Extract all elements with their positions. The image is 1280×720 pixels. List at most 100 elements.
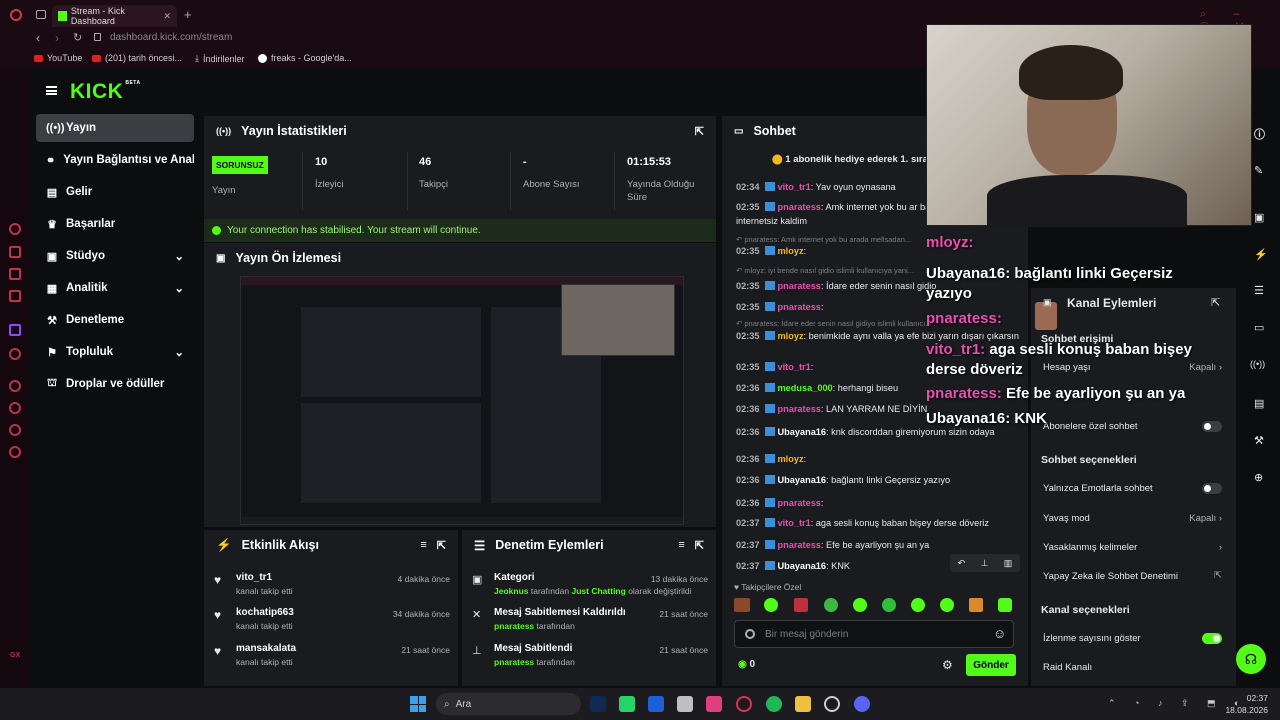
- filter-icon[interactable]: ≡: [420, 539, 426, 551]
- sidebar-item-analytics[interactable]: ▦ Analitik ⌄: [36, 274, 194, 302]
- emote-icon[interactable]: [824, 598, 838, 612]
- popout-icon[interactable]: ⇱: [695, 539, 704, 552]
- reply-icon[interactable]: ↶: [958, 558, 966, 569]
- url-text[interactable]: dashboard.kick.com/stream: [110, 32, 232, 43]
- broadcast-icon[interactable]: ((•)): [1250, 359, 1265, 369]
- chat-message[interactable]: 02:36 Ubayana16: bağlantı linki Geçersiz …: [736, 473, 1026, 487]
- emote-only-toggle[interactable]: [1202, 483, 1222, 494]
- sidebar-item-drops[interactable]: ⛫ Droplar ve ödüller: [36, 370, 194, 398]
- sidebar-item-studio[interactable]: ▣ Stüdyo ⌄: [36, 242, 194, 270]
- chat-username[interactable]: mloyz: [778, 454, 804, 464]
- chat-username[interactable]: Ubayana16: [778, 561, 827, 571]
- sub-only-toggle[interactable]: [1202, 421, 1222, 432]
- stream-preview-video[interactable]: [240, 276, 684, 525]
- chat-username[interactable]: pnaratess: [778, 404, 821, 414]
- popout-icon[interactable]: ⇱: [437, 539, 446, 552]
- chat-username[interactable]: vito_tr1: [778, 362, 811, 372]
- chat-username[interactable]: mloyz: [778, 246, 804, 256]
- percent-icon[interactable]: [9, 348, 21, 360]
- bookmark-google[interactable]: freaks - Google'da...: [258, 53, 352, 63]
- viewer-count-toggle[interactable]: [1202, 633, 1222, 644]
- chat-username[interactable]: pnaratess: [778, 281, 821, 291]
- slow-mode-value[interactable]: Kapalı ›: [1189, 513, 1222, 524]
- chat-message[interactable]: 02:35 mloyz:: [736, 244, 1026, 258]
- emote-icon[interactable]: [969, 598, 983, 612]
- taskbar-search[interactable]: ⌕ Ara: [436, 693, 581, 715]
- bookmark-youtube[interactable]: YouTube: [34, 53, 82, 63]
- chat-message[interactable]: 02:36 pnaratess:: [736, 496, 1026, 510]
- app-icon[interactable]: [648, 696, 664, 712]
- tab-close-icon[interactable]: ✕: [163, 11, 171, 22]
- stream-info-icon[interactable]: ▣: [1254, 211, 1264, 224]
- photoshop-icon[interactable]: [590, 696, 606, 712]
- forward-icon[interactable]: ›: [55, 31, 59, 45]
- chat-username[interactable]: Ubayana16: [778, 427, 827, 437]
- chat-username[interactable]: mloyz: [778, 331, 804, 341]
- reload-icon[interactable]: ↻: [73, 31, 82, 44]
- hamburger-menu-icon[interactable]: [46, 86, 57, 95]
- chat-message[interactable]: 02:37 vito_tr1: aga sesli konuş baban biş…: [736, 516, 1026, 530]
- new-tab-icon[interactable]: +: [184, 7, 192, 22]
- browser-tab[interactable]: Stream - Kick Dashboard ✕: [52, 5, 177, 27]
- app-icon[interactable]: [706, 696, 722, 712]
- back-icon[interactable]: ‹: [36, 31, 40, 45]
- clock[interactable]: 02:37 18.08.2026: [1222, 693, 1268, 715]
- external-link-icon[interactable]: ⇱: [1214, 570, 1222, 581]
- emote-icon[interactable]: [940, 598, 954, 612]
- chat-message[interactable]: 02:37 pnaratess: Efe be ayarliyon şu an y…: [736, 538, 1026, 552]
- chat-username[interactable]: vito_tr1: [778, 182, 811, 192]
- chat-username[interactable]: pnaratess: [778, 302, 821, 312]
- chat-username[interactable]: vito_tr1: [778, 518, 811, 528]
- spotify-icon[interactable]: [766, 696, 782, 712]
- chevron-right-icon[interactable]: ›: [1219, 542, 1222, 553]
- sidebar-item-stream[interactable]: ((•)) Yayın: [36, 114, 194, 142]
- player-icon[interactable]: [9, 380, 21, 392]
- folder-icon[interactable]: [795, 696, 811, 712]
- edit-icon[interactable]: ✎: [1254, 164, 1263, 177]
- pinned-gift-banner[interactable]: ⬤ 1 abonelik hediye ederek 1. sıra: [772, 154, 928, 165]
- sidebar-item-stream-key[interactable]: ⚭ Yayın Bağlantısı ve Anahtarı: [36, 146, 194, 174]
- popout-icon[interactable]: ⇱: [695, 125, 704, 138]
- emote-icon[interactable]: [998, 598, 1012, 612]
- start-button[interactable]: [410, 696, 426, 712]
- add-icon[interactable]: ⊕: [1254, 471, 1263, 484]
- sidebar-item-revenue[interactable]: ▤ Gelir: [36, 178, 194, 206]
- sidebar-item-moderation[interactable]: ⚒ Denetleme: [36, 306, 194, 334]
- gmail-icon[interactable]: [9, 290, 21, 302]
- sidebar-item-achievements[interactable]: ♛ Başarılar: [36, 210, 194, 238]
- opera-logo-icon[interactable]: [10, 9, 22, 21]
- emote-icon[interactable]: [794, 598, 808, 612]
- chat-message[interactable]: 02:36 Ubayana16: knk discorddan giremiyor…: [736, 425, 1026, 439]
- chat-username[interactable]: medusa_000: [778, 383, 833, 393]
- settings-icon[interactable]: [9, 446, 21, 458]
- lightning-icon[interactable]: ⚡: [1254, 248, 1268, 261]
- bookmark-history[interactable]: (201) tarih öncesi...: [92, 53, 182, 63]
- preview-icon[interactable]: ▤: [1254, 397, 1264, 410]
- wrench-icon[interactable]: ⚒: [1254, 434, 1264, 447]
- computer-icon[interactable]: [677, 696, 693, 712]
- sidebar-item-community[interactable]: ⚑ Topluluk ⌄: [36, 338, 194, 366]
- emote-icon[interactable]: [764, 598, 778, 612]
- opera-gx-icon[interactable]: [736, 696, 752, 712]
- chat-input[interactable]: Bir mesaj gönderin ☺: [734, 620, 1014, 648]
- chat-username[interactable]: pnaratess: [778, 202, 821, 212]
- history-icon[interactable]: [9, 402, 21, 414]
- emote-icon[interactable]: [853, 598, 867, 612]
- emoji-icon[interactable]: ☺: [993, 626, 1006, 641]
- trash-icon[interactable]: ▥: [1004, 558, 1013, 569]
- chat-username[interactable]: Ubayana16: [778, 475, 827, 485]
- kick-logo[interactable]: KICK BETA: [70, 80, 141, 104]
- steam-icon[interactable]: [824, 696, 840, 712]
- messenger-icon[interactable]: [9, 246, 21, 258]
- chat-settings-icon[interactable]: ⚙: [942, 658, 953, 672]
- user-badge-icon[interactable]: [745, 629, 755, 639]
- gx-corner-icon[interactable]: [9, 268, 21, 280]
- send-button[interactable]: Gönder: [966, 654, 1016, 676]
- emote-icon[interactable]: [734, 598, 750, 612]
- chat-message[interactable]: 02:36 mloyz:: [736, 452, 1026, 466]
- support-icon[interactable]: ☊: [1236, 644, 1266, 674]
- filter-icon[interactable]: ≡: [678, 539, 684, 551]
- channel-points[interactable]: ◉ 0: [738, 659, 755, 670]
- chat-icon[interactable]: ▭: [1254, 321, 1264, 334]
- gx-control-icon[interactable]: [9, 223, 21, 235]
